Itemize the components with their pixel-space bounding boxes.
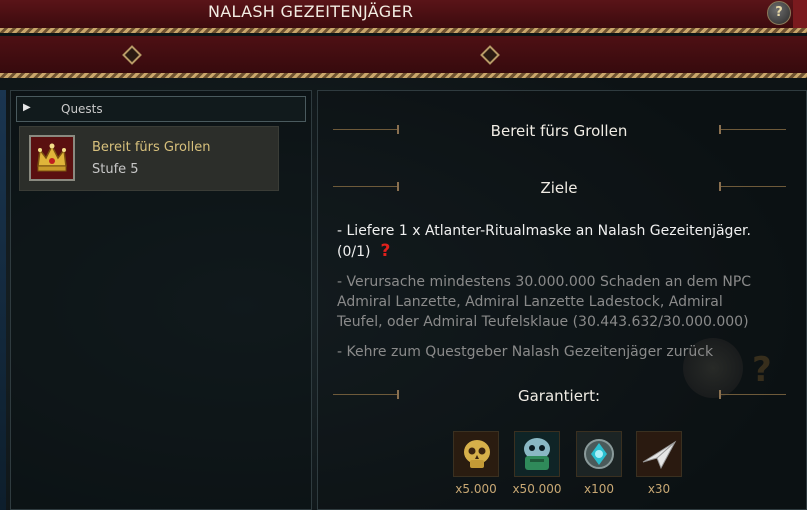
quests-category-label: Quests (61, 102, 103, 116)
rope-divider-top (0, 28, 807, 33)
left-edge-frame (0, 90, 6, 510)
divider-tick (719, 125, 721, 134)
rewards-heading: Garantiert: (517, 387, 601, 405)
reward-count: x30 (647, 482, 671, 496)
divider-tick (397, 390, 399, 399)
quest-list-item[interactable]: Bereit fürs Grollen Stufe 5 (19, 126, 279, 191)
green-mask-icon[interactable] (514, 431, 560, 477)
divider-tick (719, 390, 721, 399)
objective-text: - Liefere 1 x Atlanter-Ritualmaske an Na… (337, 223, 751, 239)
divider-tick (397, 182, 399, 191)
title-corner-ornament (793, 0, 807, 28)
reward-count: x50.000 (512, 482, 562, 496)
quest-item-name: Bereit fürs Grollen (92, 140, 211, 155)
crown-icon (29, 135, 75, 181)
divider-line (720, 186, 786, 187)
quest-title: Bereit fürs Grollen (490, 122, 628, 140)
title-bar: NALASH GEZEITENJÄGER ? (0, 0, 807, 28)
divider-tick (397, 125, 399, 134)
divider-line (333, 129, 399, 130)
divider-tick (719, 182, 721, 191)
objectives-heading: Ziele (540, 179, 578, 197)
objective-text: Teufel, oder Admiral Teufelsklaue (30.44… (337, 314, 749, 330)
background-question-decoration: ? (752, 350, 772, 390)
banner-strip (0, 36, 807, 74)
cyan-gem-icon[interactable] (576, 431, 622, 477)
objective-item: - Verursache mindestens 30.000.000 Schad… (337, 272, 751, 332)
reward-count: x100 (583, 482, 614, 496)
objective-text: - Kehre zum Questgeber Nalash Gezeitenjä… (337, 344, 714, 360)
help-button[interactable]: ? (767, 1, 791, 25)
divider-line (720, 394, 786, 395)
quest-window: NALASH GEZEITENJÄGER ? ▶ Quests Bereit f… (0, 0, 807, 510)
divider-line (720, 129, 786, 130)
collapse-arrow-icon[interactable]: ▶ (23, 102, 31, 113)
missing-item-marker-icon: ? (380, 241, 391, 261)
quest-item-level: Stufe 5 (92, 162, 139, 177)
golden-skull-icon[interactable] (453, 431, 499, 477)
objective-text: Admiral Lanzette, Admiral Lanzette Lades… (337, 294, 723, 310)
divider-line (333, 394, 399, 395)
divider-line (333, 186, 399, 187)
window-title: NALASH GEZEITENJÄGER (208, 2, 414, 21)
objective-item: - Liefere 1 x Atlanter-Ritualmaske an Na… (337, 221, 751, 262)
objective-text: - Verursache mindestens 30.000.000 Schad… (337, 274, 752, 290)
rope-divider-bottom (0, 73, 807, 78)
reward-count: x5.000 (455, 482, 497, 496)
objective-item: - Kehre zum Questgeber Nalash Gezeitenjä… (337, 342, 713, 362)
objective-progress: (0/1) (337, 244, 371, 260)
quests-category-header[interactable]: ▶ Quests (16, 96, 306, 122)
objective-progress-line: (0/1)? (337, 241, 751, 262)
ornament-diamond-icon (122, 45, 142, 65)
ornament-diamond-icon (480, 45, 500, 65)
paper-plane-icon[interactable] (636, 431, 682, 477)
